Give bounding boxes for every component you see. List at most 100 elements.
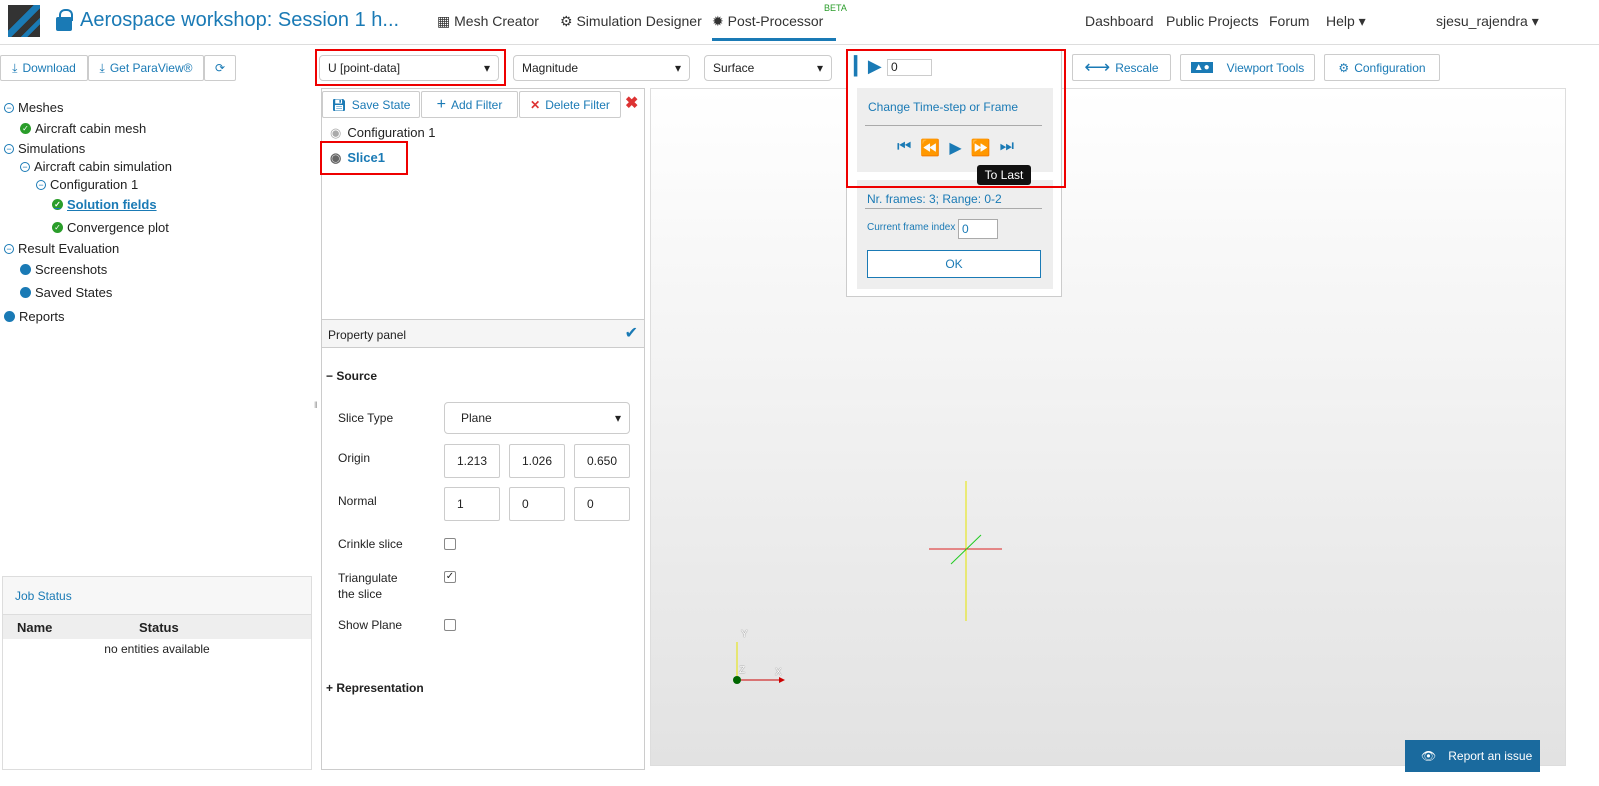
lock-icon: [56, 8, 73, 31]
render-viewport[interactable]: Y X Z: [650, 88, 1566, 766]
tree-simulation-item[interactable]: − Aircraft cabin simulation: [20, 159, 172, 174]
arrows-h-icon: ⟷: [1084, 57, 1111, 77]
button-label: Configuration: [1354, 60, 1426, 75]
download-button[interactable]: ⤓ Download: [0, 55, 88, 81]
nav-label: Simulation Designer: [576, 13, 702, 29]
nav-forum[interactable]: Forum: [1269, 13, 1309, 29]
section-label: Representation: [336, 681, 424, 695]
top-nav: Aerospace workshop: Session 1 h... ▦ Mes…: [0, 0, 1599, 45]
check-icon: ✓: [52, 222, 63, 233]
pipeline-item-configuration[interactable]: ◉ Configuration 1: [330, 125, 436, 141]
add-filter-button[interactable]: + Add Filter: [421, 91, 518, 118]
grid-icon: ▦: [437, 13, 455, 29]
tree-solution-fields[interactable]: ✓ Solution fields: [52, 197, 157, 212]
config-icon: ⚙: [1338, 60, 1350, 75]
frame-info: Nr. frames: 3; Range: 0-2 Current frame …: [857, 180, 1053, 289]
tree-meshes[interactable]: − Meshes: [4, 100, 64, 115]
caret-down-icon: ▾: [674, 61, 681, 75]
splitter-handle[interactable]: ‖: [314, 400, 318, 410]
source-section-toggle[interactable]: − Source: [326, 369, 377, 383]
select-value: Plane: [461, 411, 492, 425]
collapse-icon: −: [4, 102, 14, 113]
col-name: Name: [17, 619, 53, 635]
property-panel-title: Property panel: [328, 328, 407, 342]
triangulate-checkbox[interactable]: ✓: [444, 571, 456, 583]
tree-label: Aircraft cabin mesh: [35, 121, 147, 136]
circle-icon: [20, 287, 31, 298]
axis-z-label: Z: [739, 665, 746, 676]
origin-z-input[interactable]: 0.650: [574, 444, 630, 478]
user-menu[interactable]: sjesu_rajendra ▾: [1436, 13, 1539, 30]
representation-select[interactable]: Surface ▾: [704, 55, 832, 81]
input-value: 1: [457, 497, 464, 511]
caret-down-icon: ▾: [614, 411, 621, 425]
normal-y-input[interactable]: 0: [509, 487, 565, 521]
origin-y-input[interactable]: 1.026: [509, 444, 565, 478]
axis-z: [733, 676, 741, 684]
tree-reports[interactable]: Reports: [4, 309, 65, 324]
crinkle-checkbox[interactable]: [444, 538, 456, 550]
nav-dashboard[interactable]: Dashboard: [1085, 13, 1154, 29]
tree-result-evaluation[interactable]: − Result Evaluation: [4, 241, 119, 256]
nav-mesh-creator[interactable]: ▦ Mesh Creator: [437, 13, 539, 30]
eye-icon[interactable]: ◉: [330, 125, 341, 141]
project-title-text: Aerospace workshop: Session 1 h...: [80, 9, 400, 31]
highlight-box: [320, 141, 408, 175]
tree-configuration[interactable]: − Configuration 1: [36, 177, 138, 192]
section-label: Source: [336, 369, 378, 383]
input-value: 1.026: [522, 454, 553, 468]
pipeline-item-label: Configuration 1: [347, 125, 436, 140]
shapes-icon: ▲●: [1190, 62, 1213, 73]
delete-filter-button[interactable]: ✕ Delete Filter: [519, 91, 621, 118]
origin-label: Origin: [338, 451, 371, 465]
plus-icon: +: [436, 95, 446, 113]
nav-simulation-designer[interactable]: ⚙ Simulation Designer: [560, 13, 702, 30]
circle-icon: [4, 311, 15, 322]
nav-post-processor[interactable]: ✹ Post-Processor: [712, 13, 836, 41]
collapse-icon: −: [4, 243, 14, 254]
refresh-icon: ⟳: [214, 61, 226, 75]
origin-x-input[interactable]: 1.213: [444, 444, 500, 478]
button-label: Rescale: [1115, 60, 1159, 75]
circle-icon: [20, 264, 31, 275]
get-paraview-button[interactable]: ⤓ Get ParaView®: [88, 55, 204, 81]
show-plane-checkbox[interactable]: [444, 619, 456, 631]
component-select[interactable]: Magnitude ▾: [513, 55, 690, 81]
configuration-button[interactable]: ⚙ Configuration: [1324, 54, 1440, 81]
ok-button[interactable]: OK: [867, 250, 1041, 278]
nav-help[interactable]: Help ▾: [1326, 13, 1366, 30]
divider: [865, 208, 1042, 209]
viewport-tools-button[interactable]: ▲● Viewport Tools: [1180, 54, 1315, 81]
slice-type-select[interactable]: Plane ▾: [444, 402, 630, 434]
input-value: 0: [587, 497, 594, 511]
job-empty-message: no entities available: [104, 642, 210, 656]
frame-index-input[interactable]: 0: [958, 219, 998, 239]
highlight-box: [846, 49, 1066, 188]
normal-x-input[interactable]: 1: [444, 487, 500, 521]
rescale-button[interactable]: ⟷ Rescale: [1072, 54, 1171, 81]
button-label: Get ParaView®: [109, 61, 193, 75]
username: sjesu_rajendra: [1436, 13, 1528, 29]
tree-screenshots[interactable]: Screenshots: [20, 262, 107, 277]
button-label: Delete Filter: [545, 97, 610, 112]
triangulate-label: Triangulate the slice: [338, 571, 398, 601]
clear-pipeline-icon[interactable]: ✖: [625, 93, 638, 113]
refresh-button[interactable]: ⟳: [204, 55, 236, 81]
tree-label: Saved States: [35, 285, 113, 300]
normal-z-input[interactable]: 0: [574, 487, 630, 521]
apply-check-icon[interactable]: ✔: [625, 323, 638, 343]
report-issue-button[interactable]: 👁︎ Report an issue: [1405, 740, 1540, 772]
tree-label: Aircraft cabin simulation: [34, 159, 172, 174]
tree-convergence-plot[interactable]: ✓ Convergence plot: [52, 220, 169, 235]
input-value: 1.213: [457, 454, 488, 468]
save-icon: 💾︎: [331, 97, 347, 112]
tree-label: Meshes: [18, 100, 64, 115]
representation-section-toggle[interactable]: + Representation: [326, 681, 424, 695]
tree-mesh-item[interactable]: ✓ Aircraft cabin mesh: [20, 121, 146, 136]
logo[interactable]: [8, 5, 40, 37]
tree-simulations[interactable]: − Simulations: [4, 141, 85, 156]
eye-icon: 👁︎: [1421, 749, 1437, 763]
tree-saved-states[interactable]: Saved States: [20, 285, 112, 300]
save-state-button[interactable]: 💾︎ Save State: [322, 91, 420, 118]
nav-public-projects[interactable]: Public Projects: [1166, 13, 1259, 29]
